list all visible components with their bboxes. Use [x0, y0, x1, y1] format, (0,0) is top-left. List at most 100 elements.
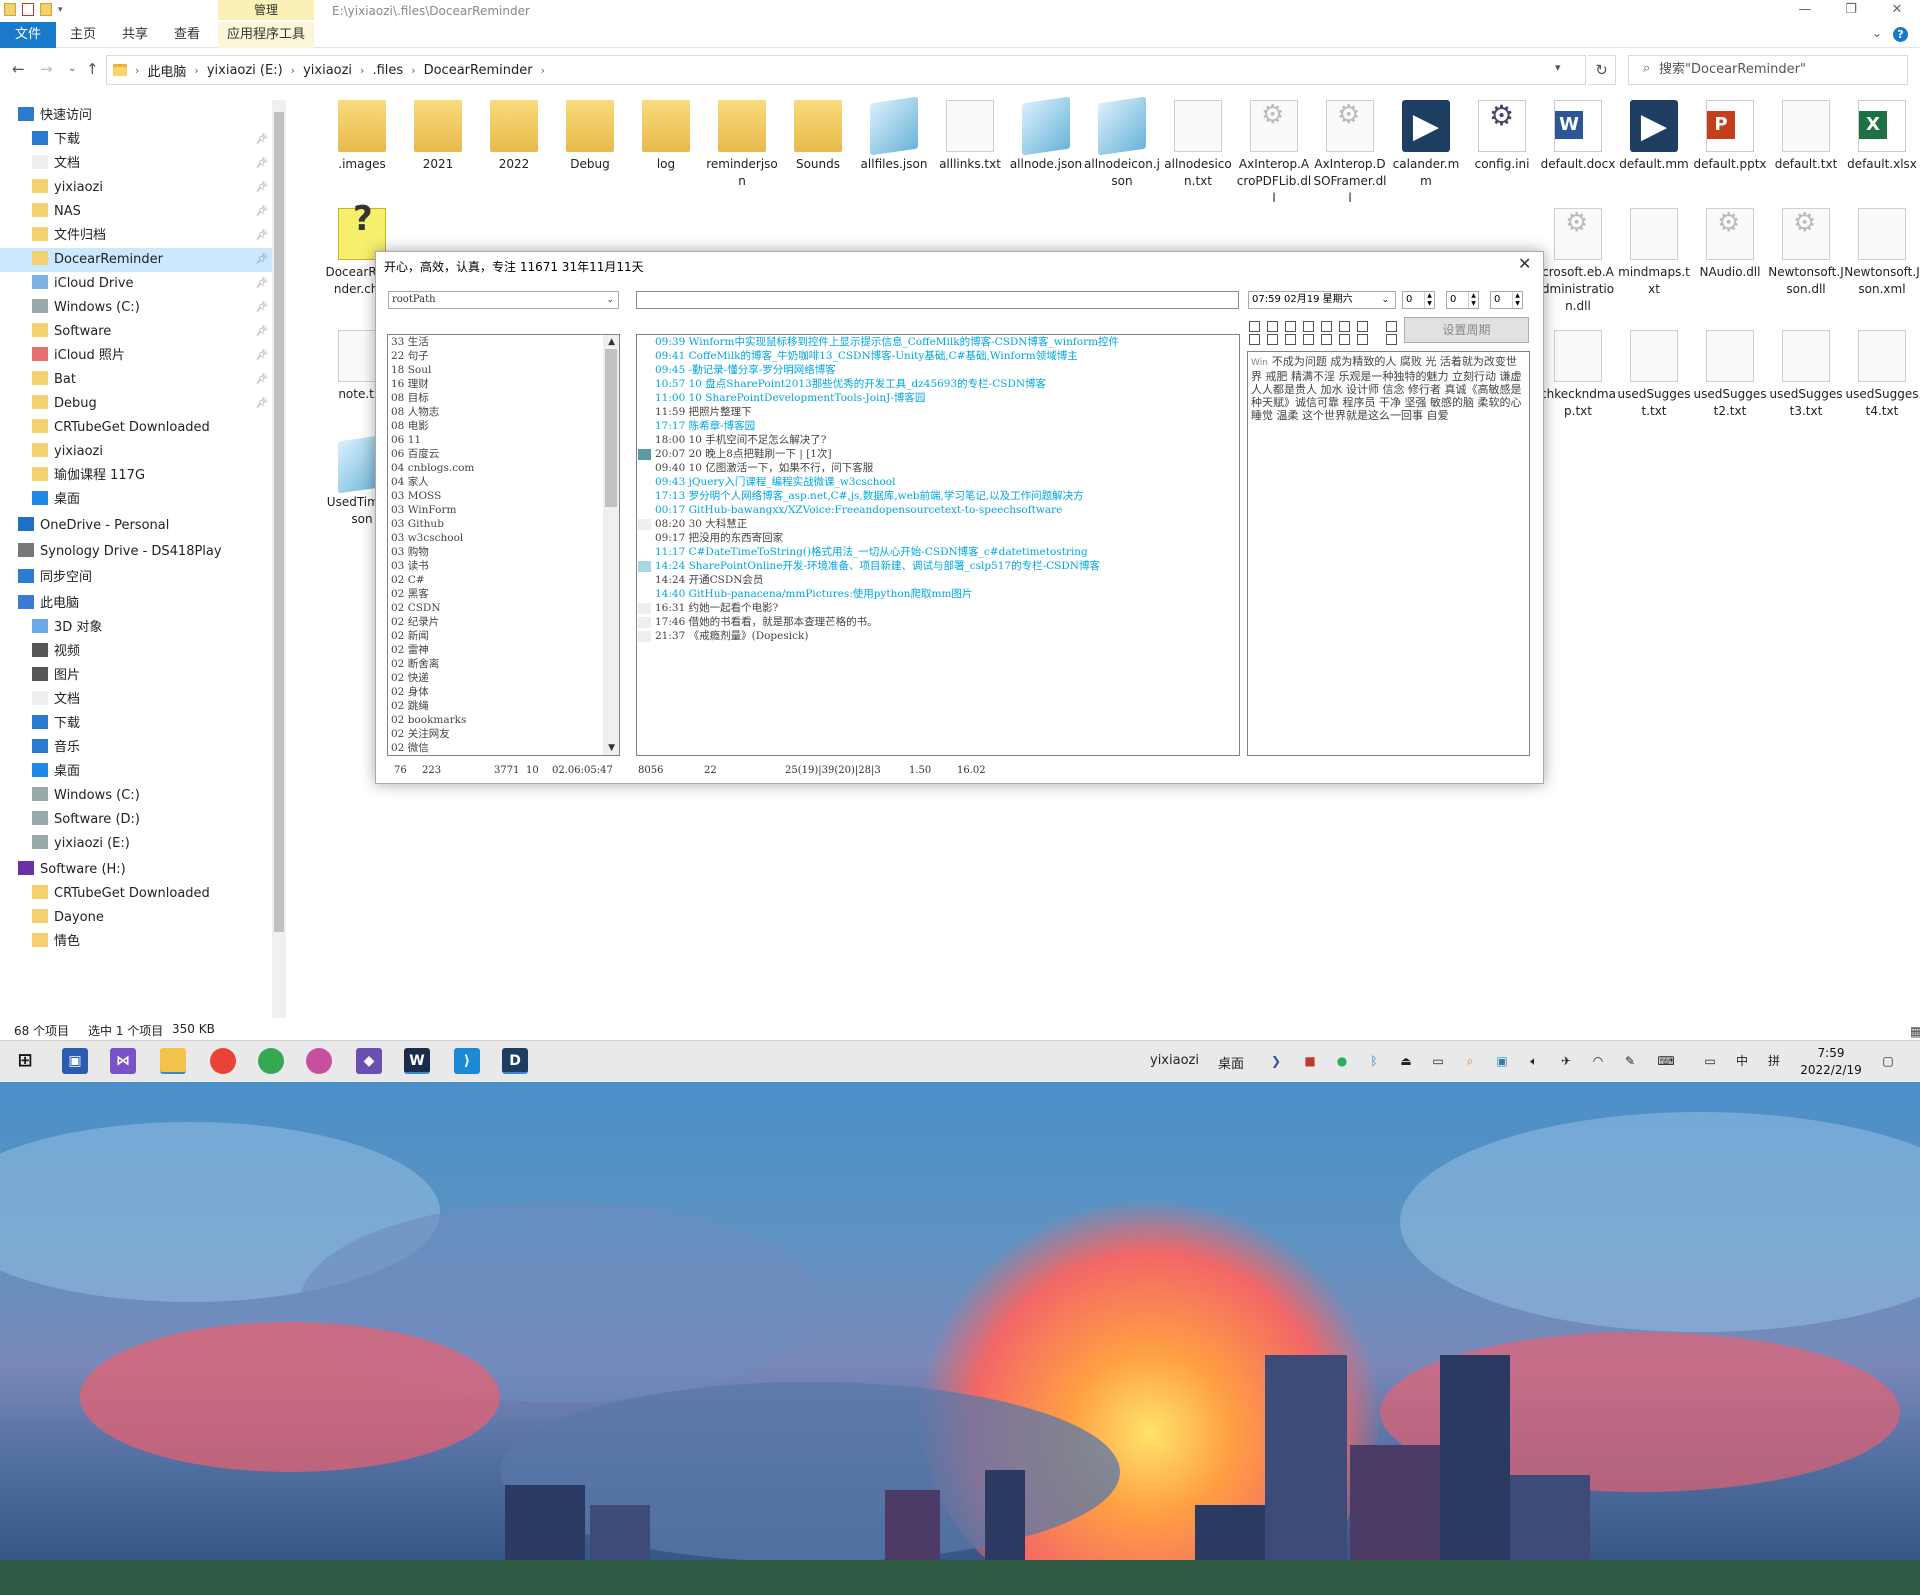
nav-item[interactable]: 视频 — [0, 640, 272, 664]
entry-input[interactable] — [636, 291, 1239, 309]
nav-item[interactable]: NAS 📌︎ — [0, 200, 272, 224]
file-item[interactable]: allnode.json — [1008, 96, 1084, 173]
nav-item[interactable]: iCloud Drive 📌︎ — [0, 272, 272, 296]
category-item[interactable]: 04 家人 — [388, 475, 619, 489]
reminder-item[interactable]: 17:17 陈希章-博客园 — [637, 419, 1239, 433]
reminder-list[interactable]: 09:39 Winform中实现鼠标移到控件上显示提示信息_CoffeMilk的… — [636, 334, 1240, 756]
category-scrollbar-thumb[interactable] — [605, 349, 617, 507]
popup-close-button[interactable]: ✕ — [1518, 254, 1531, 273]
file-item[interactable]: AxInterop.DSOFramer.dll — [1312, 100, 1388, 207]
category-item[interactable]: 03 w3cschool — [388, 531, 619, 545]
nav-item[interactable]: 桌面 — [0, 760, 272, 784]
repeat-checkbox[interactable] — [1386, 321, 1397, 332]
ime-mode[interactable]: 拼 — [1766, 1053, 1782, 1069]
reminder-item[interactable]: 14:24 开通CSDN会员 — [637, 573, 1239, 587]
tab-file[interactable]: 文件 — [0, 22, 56, 48]
chrome-profile-icon[interactable] — [306, 1048, 332, 1074]
breadcrumb-drive[interactable]: yixiaozi (E:) — [207, 63, 283, 78]
reminder-item[interactable]: 16:31 约她一起看个电影? — [637, 601, 1239, 615]
nav-item[interactable]: Software 📌︎ — [0, 320, 272, 344]
category-item[interactable]: 08 电影 — [388, 419, 619, 433]
system-clock[interactable]: 7:59 2022/2/19 — [1796, 1045, 1866, 1079]
category-item[interactable]: 06 百度云 — [388, 447, 619, 461]
reminder-item[interactable]: 21:37 《戒瘾剂量》(Dopesick) — [637, 629, 1239, 643]
tablet-icon[interactable]: ▭ — [1702, 1053, 1718, 1069]
windows-start-icon[interactable]: ⊞ — [12, 1048, 38, 1074]
nav-item[interactable]: Software (H:) — [0, 858, 272, 882]
toolbar-user[interactable]: yixiaozi — [1150, 1053, 1199, 1068]
navigation-scrollbar-thumb[interactable] — [274, 112, 284, 932]
nav-item[interactable]: Synology Drive - DS418Play — [0, 540, 272, 564]
spinner-arrows[interactable]: ▲ ▼ — [1512, 292, 1522, 308]
qat-dropdown-icon[interactable]: ▾ — [58, 5, 63, 15]
breadcrumb-current-folder[interactable]: DocearReminder — [424, 63, 533, 78]
nav-item[interactable]: 下载 — [0, 712, 272, 736]
spinner-arrows[interactable]: ▲ ▼ — [1468, 292, 1478, 308]
help-icon[interactable]: ? — [1893, 27, 1908, 42]
nav-item[interactable]: Software (D:) — [0, 808, 272, 832]
scroll-down-icon[interactable]: ▼ — [608, 741, 615, 755]
notification-icon[interactable]: ▢ — [1880, 1053, 1896, 1069]
file-item[interactable]: Sounds — [780, 100, 856, 173]
reminder-item[interactable]: 14:40 GitHub-panacena/mmPictures:使用pytho… — [637, 587, 1239, 601]
file-item[interactable]: default.txt — [1768, 100, 1844, 173]
breadcrumb-files-folder[interactable]: .files — [372, 63, 403, 78]
nav-item[interactable]: 文档 📌︎ — [0, 152, 272, 176]
category-item[interactable]: 03 WinForm — [388, 503, 619, 517]
number-spinner-1[interactable]: 0 ▲ ▼ — [1402, 291, 1435, 309]
reminder-item[interactable]: 09:41 CoffeMilk的博客_牛奶咖啡13_CSDN博客-Unity基础… — [637, 349, 1239, 363]
app-emblem-icon[interactable]: W — [404, 1048, 430, 1074]
file-item[interactable]: Newtonsoft.Json.xml — [1844, 208, 1920, 298]
reminder-item[interactable]: 09:17 把没用的东西寄回家 — [637, 531, 1239, 545]
category-item[interactable]: 02 bookmarks — [388, 713, 619, 727]
weekday-checkbox[interactable] — [1267, 321, 1278, 332]
nav-item[interactable]: 快速访问 — [0, 104, 272, 128]
chrome-icon[interactable] — [210, 1048, 236, 1074]
category-item[interactable]: 22 句子 — [388, 349, 619, 363]
nav-item[interactable]: Dayone — [0, 906, 272, 930]
repeat-checkbox[interactable] — [1386, 334, 1397, 345]
weekday-checkbox[interactable] — [1249, 321, 1260, 332]
weekday-checkbox[interactable] — [1303, 334, 1314, 345]
breadcrumb-user-folder[interactable]: yixiaozi — [303, 63, 352, 78]
category-item[interactable]: 18 Soul — [388, 363, 619, 377]
weekday-checkbox[interactable] — [1285, 321, 1296, 332]
tab-share[interactable]: 共享 — [116, 22, 154, 48]
battery-icon[interactable]: ▭ — [1430, 1053, 1446, 1069]
weekday-checkbox[interactable] — [1357, 321, 1368, 332]
up-arrow-icon[interactable]: ↑ — [86, 60, 99, 78]
weekday-checkbox[interactable] — [1339, 321, 1350, 332]
nav-item[interactable]: yixiaozi — [0, 440, 272, 464]
file-item[interactable]: alllinks.txt — [932, 100, 1008, 173]
weekday-checkbox[interactable] — [1321, 321, 1332, 332]
breadcrumb-this-pc[interactable]: 此电脑 — [147, 61, 186, 80]
reminder-item[interactable]: 14:24 SharePointOnline开发-环境准备、项目新建、调试与部署… — [637, 559, 1239, 573]
category-item[interactable]: 02 纪录片 — [388, 615, 619, 629]
search-input[interactable]: 搜索"DocearReminder" — [1628, 55, 1908, 85]
reminder-item[interactable]: 17:13 罗分明个人网络博客_asp.net,C#,js,数据库,web前端,… — [637, 489, 1239, 503]
nav-item[interactable]: 图片 — [0, 664, 272, 688]
app-tray-icon[interactable]: ▣ — [1494, 1053, 1510, 1069]
file-item[interactable]: ▶ calander.mm — [1388, 100, 1464, 190]
tab-view[interactable]: 查看 — [168, 22, 206, 48]
chevron-down-icon[interactable]: ⌄ — [1872, 26, 1882, 40]
reminder-item[interactable]: 18:00 10 手机空间不足怎么解决了? — [637, 433, 1239, 447]
file-item[interactable]: reminderjson — [704, 100, 780, 190]
ime-language[interactable]: 中 — [1734, 1053, 1750, 1069]
file-item[interactable]: NAudio.dll — [1692, 208, 1768, 281]
pen-icon[interactable]: ✎ — [1622, 1053, 1638, 1069]
file-item[interactable]: .images — [324, 100, 400, 173]
tags-panel[interactable]: Win 不成为问题 成为精致的人 腐败 光 活着就为改变世界 戒肥 精满不淫 乐观… — [1247, 351, 1530, 756]
feedback-icon[interactable]: ✈ — [1558, 1053, 1574, 1069]
weekday-checkbox[interactable] — [1303, 321, 1314, 332]
weekday-checkbox[interactable] — [1321, 334, 1332, 345]
category-item[interactable]: 16 理财 — [388, 377, 619, 391]
datetime-picker[interactable]: 07:59 02月19 星期六 ⌄ — [1248, 291, 1396, 309]
weekday-checkbox[interactable] — [1357, 334, 1368, 345]
file-item[interactable]: allfiles.json — [856, 96, 932, 173]
tab-app-tools[interactable]: 应用程序工具 — [218, 22, 314, 48]
reminder-item[interactable]: 10:57 10 盘点SharePoint2013那些优秀的开发工具_dz456… — [637, 377, 1239, 391]
category-item[interactable]: 02 断舍离 — [388, 657, 619, 671]
docear-icon[interactable]: D — [502, 1048, 528, 1074]
reminder-item[interactable]: 08:20 30 大科慧正 — [637, 517, 1239, 531]
